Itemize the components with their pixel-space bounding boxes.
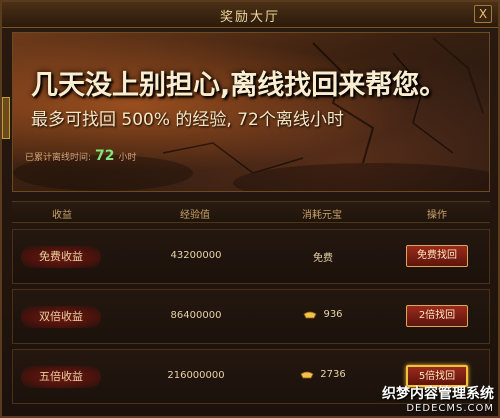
- table-header: 收益 经验值 消耗元宝 操作: [12, 201, 490, 223]
- row-cost: 免费: [268, 249, 378, 264]
- close-button[interactable]: X: [474, 5, 492, 23]
- row-cost-value: 936: [323, 309, 343, 320]
- header-action: 操作: [427, 210, 447, 221]
- table-row: 双倍收益 86400000 936 2倍找回: [12, 289, 490, 344]
- accumulated-label: 已累计离线时间:: [25, 153, 92, 163]
- row-cost-value: 2736: [320, 369, 346, 380]
- row-label: 免费收益: [21, 246, 101, 268]
- banner-headline: 几天没上别担心,离线找回来帮您。: [31, 70, 447, 101]
- row-cost: 936: [268, 309, 378, 320]
- reward-hall-window: 奖励大厅 X 几天没上别担心,离线找回来帮您。 最多可找回 500% 的经验, …: [0, 0, 500, 418]
- watermark-line1: 织梦内容管理系统: [382, 386, 494, 402]
- header-exp: 经验值: [180, 210, 210, 221]
- row-cost-value: 免费: [313, 253, 333, 264]
- row-exp-value: 43200000: [170, 250, 222, 261]
- header-income: 收益: [52, 210, 72, 221]
- row-exp-value: 216000000: [167, 370, 225, 381]
- row-exp-value: 86400000: [170, 310, 222, 321]
- offline-recovery-banner: 几天没上别担心,离线找回来帮您。 最多可找回 500% 的经验, 72个离线小时…: [12, 32, 490, 192]
- row-label: 五倍收益: [21, 366, 101, 388]
- header-cost: 消耗元宝: [302, 210, 342, 221]
- watermark: 织梦内容管理系统 DEDECMS.COM: [382, 383, 494, 414]
- banner-subline: 最多可找回 500% 的经验, 72个离线小时: [31, 110, 344, 130]
- accumulated-value: 72: [95, 148, 115, 164]
- free-recover-button[interactable]: 免费找回: [406, 245, 468, 267]
- accumulated-unit: 小时: [118, 153, 137, 163]
- table-row: 免费收益 43200000 免费 免费找回: [12, 229, 490, 284]
- window-title: 奖励大厅: [219, 10, 280, 25]
- row-cost: 2736: [268, 369, 378, 380]
- side-tab[interactable]: [2, 97, 10, 139]
- accumulated-offline-time: 已累计离线时间: 72 小时: [25, 148, 137, 164]
- title-bar: 奖励大厅 X: [2, 2, 498, 28]
- watermark-line2: DEDECMS.COM: [406, 403, 494, 414]
- gold-ingot-icon: [303, 311, 317, 318]
- gold-ingot-icon: [300, 371, 314, 378]
- double-recover-button[interactable]: 2倍找回: [406, 305, 468, 327]
- row-label: 双倍收益: [21, 306, 101, 328]
